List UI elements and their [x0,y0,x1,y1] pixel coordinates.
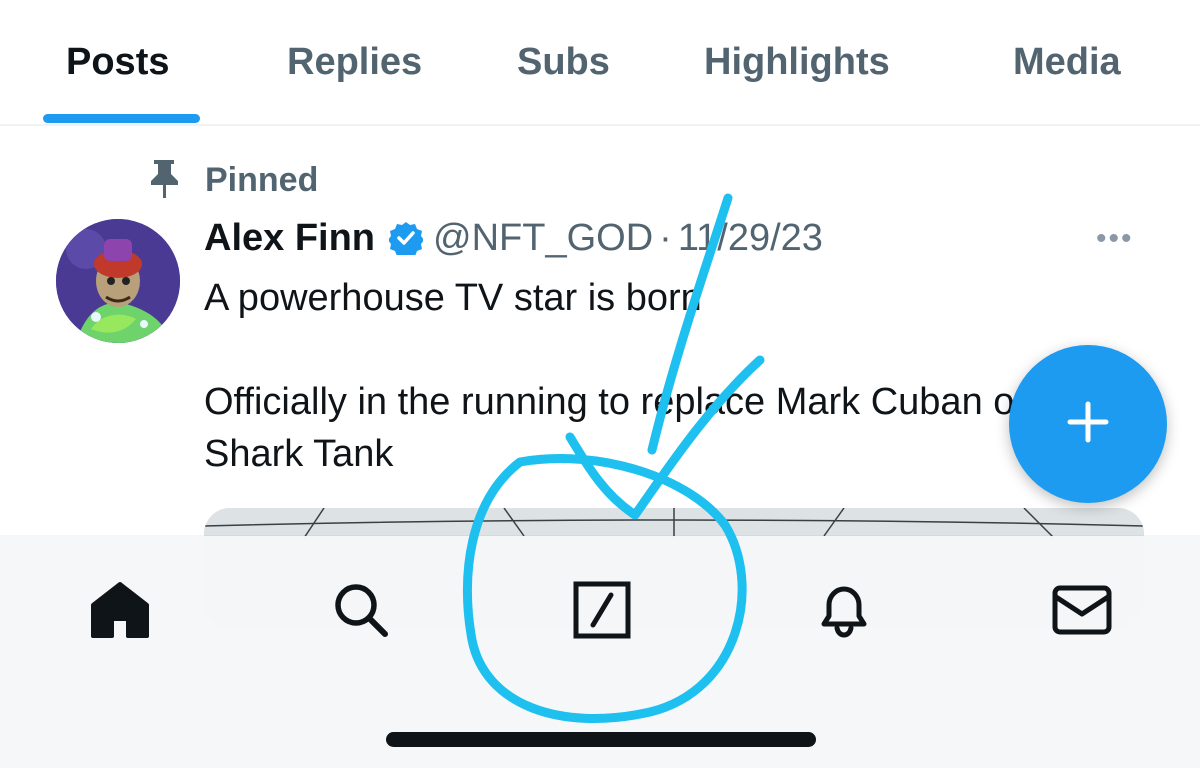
tab-highlights[interactable]: Highlights [704,40,890,84]
author-handle[interactable]: @NFT_GOD [433,217,653,260]
nav-notifications[interactable] [808,576,880,648]
more-options-icon[interactable]: ••• [1096,222,1134,256]
pinned-label: Pinned [205,160,319,199]
post-text-line: A powerhouse TV star is born [204,277,702,319]
verified-badge-icon [389,221,424,255]
home-icon [90,581,150,644]
plus-icon [1064,398,1112,451]
pinned-indicator: Pinned [145,158,318,202]
tab-media[interactable]: Media [1013,40,1121,84]
nav-home[interactable] [84,576,156,648]
post-text: A powerhouse TV star is born Officially … [204,272,1104,480]
home-indicator[interactable] [386,732,816,747]
nav-messages[interactable] [1046,576,1118,648]
tab-replies[interactable]: Replies [287,40,422,84]
tab-posts[interactable]: Posts [66,40,169,84]
nav-search[interactable] [325,576,397,648]
compose-post-button[interactable] [1009,345,1167,503]
post-text-line: Shark Tank [204,433,394,475]
pin-icon [145,158,183,203]
mail-icon [1051,583,1113,642]
avatar[interactable] [56,219,180,343]
search-icon [331,580,391,645]
profile-tabs: Posts Replies Subs Highlights Media [0,0,1200,126]
post-header: Alex Finn @NFT_GOD · 11/29/23 [204,214,823,262]
tab-subs[interactable]: Subs [517,40,610,84]
active-tab-indicator [43,114,200,123]
author-name[interactable]: Alex Finn [204,217,375,260]
separator-dot: · [659,216,672,259]
grok-icon [572,580,632,645]
nav-grok[interactable] [566,576,638,648]
bell-icon [814,580,874,645]
post-date[interactable]: 11/29/23 [678,217,823,260]
post-text-line: Officially in the running to replace Mar… [204,381,1036,423]
bottom-nav-bar [0,536,1200,768]
